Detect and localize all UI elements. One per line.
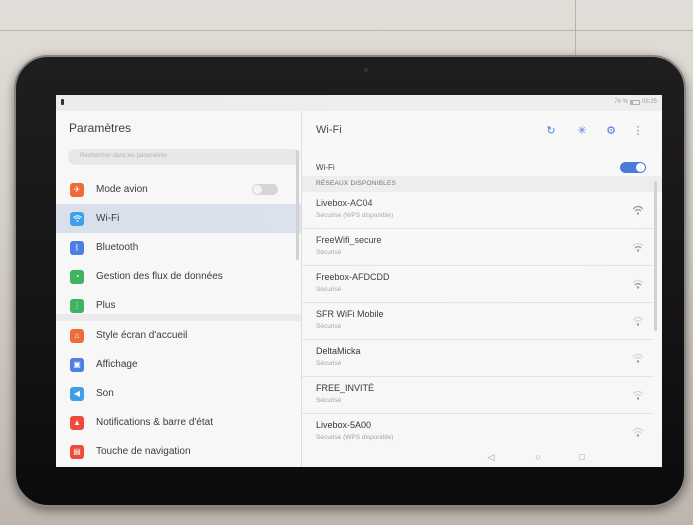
wifi-signal-icon: [632, 427, 644, 437]
network-name: Livebox-AC04: [316, 198, 373, 208]
screen: 76 % 08:25 Paramètres Rechercher dans le…: [56, 95, 662, 467]
network-name: Livebox-5A00: [316, 420, 372, 430]
network-security: Sécurisé: [316, 397, 342, 404]
network-security: Sécurisé: [316, 360, 342, 367]
network-security: Sécurisé: [316, 323, 342, 330]
network-item[interactable]: FreeWifi_secure Sécurisé: [302, 229, 654, 266]
battery-percent: 76 %: [614, 99, 628, 105]
wifi-signal-icon: [632, 353, 644, 363]
settings-item-home-style[interactable]: ⌂ Style écran d'accueil: [56, 321, 301, 350]
settings-item-airplane-mode[interactable]: ✈ Mode avion: [56, 175, 301, 204]
tile-joint: [0, 30, 693, 31]
settings-item-bluetooth[interactable]: ᛒ Bluetooth: [56, 233, 301, 262]
wifi-toggle-label: Wi-Fi: [316, 163, 335, 172]
home-style-icon: ⌂: [70, 328, 84, 343]
settings-item-label: Mode avion: [96, 184, 148, 195]
settings-item-label: Style écran d'accueil: [96, 330, 188, 341]
wifi-signal-icon: [632, 390, 644, 400]
toggle-knob: [636, 163, 645, 172]
settings-item-label: Son: [96, 388, 114, 399]
front-camera: [364, 68, 368, 72]
settings-scrollbar[interactable]: [296, 150, 299, 260]
network-list-scrollbar[interactable]: [654, 181, 657, 331]
network-name: DeltaMicka: [316, 346, 361, 356]
tile-joint: [575, 0, 576, 55]
wifi-signal-icon: [632, 205, 644, 215]
network-name: FREE_INVITÉ: [316, 383, 375, 393]
search-input[interactable]: Rechercher dans les paramètres: [68, 149, 300, 165]
network-item[interactable]: DeltaMicka Sécurisé: [302, 340, 654, 377]
network-security: Sécurisé: [316, 286, 342, 293]
toggle-knob: [253, 185, 262, 194]
settings-item-label: Notifications & barre d'état: [96, 417, 213, 428]
wifi-signal-icon: [632, 242, 644, 252]
more-icon: ⋮: [70, 298, 84, 313]
settings-item-sound[interactable]: ◀ Son: [56, 379, 301, 408]
back-icon[interactable]: ◁: [485, 451, 497, 463]
wifi-signal-icon: [632, 316, 644, 326]
settings-item-label: Wi-Fi: [96, 213, 120, 224]
status-right: 76 % 08:25: [614, 99, 657, 105]
battery-icon: [629, 99, 640, 105]
display-icon: ▣: [70, 357, 84, 372]
wifi-toggle[interactable]: [620, 162, 646, 173]
settings-item-wifi[interactable]: Wi-Fi: [56, 204, 301, 233]
wifi-signal-icon: [632, 279, 644, 289]
airplane-mode-toggle[interactable]: [252, 184, 278, 195]
search-placeholder: Rechercher dans les paramètres: [80, 153, 168, 159]
network-item[interactable]: Freebox-AFDCDD Sécurisé: [302, 266, 654, 303]
settings-item-label: Bluetooth: [96, 242, 139, 253]
settings-item-display[interactable]: ▣ Affichage: [56, 350, 301, 379]
network-security: Sécurisé (WPS disponible): [316, 434, 394, 441]
overflow-menu-icon[interactable]: ⋮: [631, 123, 645, 137]
clock: 08:25: [641, 99, 657, 105]
home-icon[interactable]: ○: [532, 451, 544, 463]
recents-icon[interactable]: □: [576, 451, 588, 463]
bluetooth-icon: ᛒ: [70, 240, 84, 255]
notification-icon: [61, 99, 64, 105]
sound-icon: ◀: [70, 386, 84, 401]
refresh-icon[interactable]: ↻: [544, 123, 558, 137]
settings-item-data-usage[interactable]: ◔ Gestion des flux de données: [56, 262, 301, 291]
network-item[interactable]: Livebox-5A00 Sécurisé (WPS disponible): [302, 414, 654, 451]
settings-title: Paramètres: [69, 121, 132, 135]
network-security: Sécurisé (WPS disponible): [316, 212, 394, 219]
settings-item-label: Plus: [96, 300, 116, 311]
section-header-label: RÉSEAUX DISPONIBLES: [316, 180, 397, 187]
network-name: Freebox-AFDCDD: [316, 272, 390, 282]
network-name: SFR WiFi Mobile: [316, 309, 384, 319]
network-security: Sécurisé: [316, 249, 342, 256]
settings-pane: Paramètres Rechercher dans les paramètre…: [56, 111, 301, 467]
data-usage-icon: ◔: [70, 269, 84, 284]
navigation-bar: ◁ ○ □: [56, 448, 662, 467]
network-item[interactable]: SFR WiFi Mobile Sécurisé: [302, 303, 654, 340]
wps-icon[interactable]: ✳: [575, 123, 589, 137]
airplane-icon: ✈: [70, 182, 84, 197]
available-networks-header: RÉSEAUX DISPONIBLES: [302, 176, 662, 192]
status-bar: 76 % 08:25: [56, 95, 662, 111]
section-divider: [56, 314, 301, 321]
settings-item-notifications[interactable]: ▲ Notifications & barre d'état: [56, 408, 301, 437]
settings-item-label: Affichage: [96, 359, 138, 370]
settings-item-label: Gestion des flux de données: [96, 271, 223, 282]
network-name: FreeWifi_secure: [316, 235, 382, 245]
notifications-icon: ▲: [70, 415, 84, 430]
wifi-icon: [70, 211, 84, 226]
network-item[interactable]: Livebox-AC04 Sécurisé (WPS disponible): [302, 192, 654, 229]
gear-icon[interactable]: ⚙: [604, 123, 618, 137]
network-item[interactable]: FREE_INVITÉ Sécurisé: [302, 377, 654, 414]
wifi-title: Wi-Fi: [316, 124, 342, 136]
wifi-pane: Wi-Fi ↻ ✳ ⚙ ⋮ Wi-Fi RÉSEAUX DISPONIBLES …: [302, 111, 662, 467]
